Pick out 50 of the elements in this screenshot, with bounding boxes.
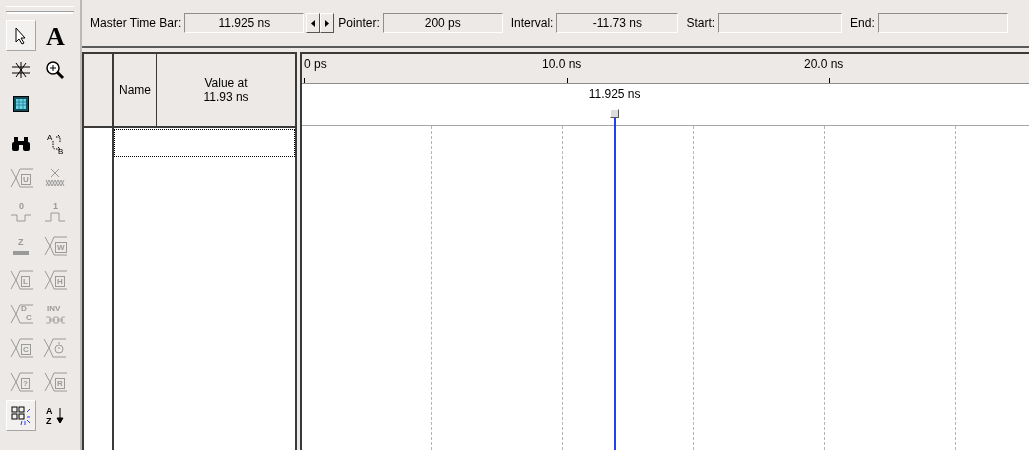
window-icon: [13, 95, 29, 112]
waveform-icon: [10, 167, 34, 189]
bar-icon: [13, 251, 29, 255]
crossed-wave-icon: [44, 167, 66, 188]
timer-wave-icon: [43, 336, 67, 359]
column-header[interactable]: Name: [114, 54, 157, 126]
binoculars-icon: [11, 135, 31, 152]
down-arrow-icon: [56, 407, 64, 424]
time-field[interactable]: [877, 13, 1008, 33]
left-triangle-icon: [311, 19, 316, 27]
sort-tool-button[interactable]: A Z: [40, 400, 70, 431]
waveform-icon: [10, 269, 34, 291]
waveform-icon: [44, 235, 68, 257]
pointer-tool-button[interactable]: [6, 20, 36, 51]
previous-button[interactable]: [306, 13, 321, 33]
letter-tool-button[interactable]: A: [40, 20, 70, 51]
time-field[interactable]: 200 ps: [382, 13, 503, 33]
waveform-icon: [44, 269, 68, 291]
field-label: End:: [850, 16, 875, 30]
right-triangle-icon: [325, 19, 330, 27]
waveform-icon: [10, 371, 34, 393]
next-button[interactable]: [320, 13, 335, 33]
marker-label: 11.925 ns: [588, 87, 641, 101]
time-label: 0 ps: [304, 57, 327, 71]
time-field[interactable]: [718, 13, 843, 33]
time-bar-handle[interactable]: [609, 109, 619, 118]
pointer-icon: [14, 26, 28, 45]
snap-tool-button[interactable]: [6, 400, 36, 431]
field-label: Pointer:: [338, 16, 380, 30]
low-pulse-icon: [10, 214, 32, 222]
arrows-icon: [11, 60, 31, 79]
zoom-icon: [45, 59, 65, 80]
waveform-icon: [10, 303, 34, 325]
grid-snap-icon: [11, 405, 31, 426]
time-label: 20.0 ns: [804, 57, 844, 71]
focused-row[interactable]: [114, 129, 295, 157]
waveform-icon: [10, 337, 34, 359]
toolbar-grip[interactable]: [6, 6, 74, 12]
dotted-arrow-icon: [52, 134, 61, 152]
field-label: Start:: [686, 16, 716, 30]
high-pulse-icon: [44, 212, 66, 222]
square-wave-icon: [45, 316, 66, 324]
field-label: Master Time Bar:: [90, 16, 182, 30]
waveform-icon: [44, 371, 68, 393]
time-field[interactable]: 11.925 ns: [184, 13, 305, 33]
time-field[interactable]: -11.73 ns: [556, 13, 679, 33]
field-label: Interval:: [510, 16, 554, 30]
replace-tool-button[interactable]: A B: [40, 128, 70, 159]
time-label: 10.0 ns: [542, 57, 582, 71]
column-header[interactable]: Value at 11.93 ns: [157, 54, 295, 126]
